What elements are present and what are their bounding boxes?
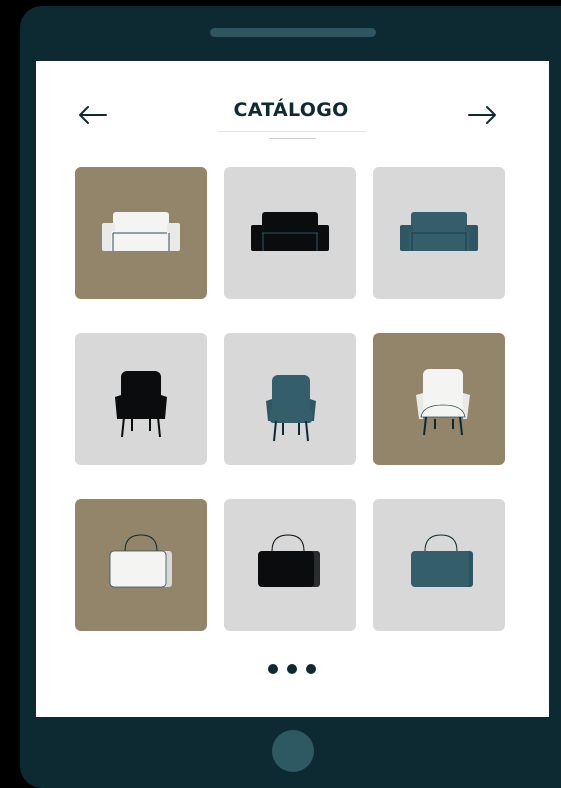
page-title: CATÁLOGO — [233, 99, 349, 121]
pagination-dots — [268, 664, 322, 676]
armchair-icon — [115, 371, 167, 438]
tablet-speaker — [210, 28, 376, 37]
title-underline-accent — [270, 138, 316, 139]
sofa-icon — [400, 212, 478, 251]
page-dot[interactable] — [287, 664, 297, 674]
armchair-icon — [416, 369, 470, 436]
bag-icon — [411, 534, 473, 587]
title-underline — [218, 131, 366, 132]
page-dot[interactable] — [306, 664, 316, 674]
catalog-item-armchair-black[interactable] — [75, 333, 207, 465]
catalog-item-armchair-white[interactable] — [373, 333, 505, 465]
catalog-item-sofa-teal[interactable] — [373, 167, 505, 299]
bag-icon — [258, 534, 320, 587]
page-dot[interactable] — [268, 664, 278, 674]
catalog-item-bag-white[interactable] — [75, 499, 207, 631]
catalog-item-armchair-teal[interactable] — [224, 333, 356, 465]
home-button[interactable] — [272, 730, 314, 772]
forward-arrow-icon[interactable] — [467, 100, 499, 132]
catalog-item-bag-teal[interactable] — [373, 499, 505, 631]
sofa-icon — [251, 212, 329, 251]
back-arrow-icon[interactable] — [76, 100, 108, 132]
catalog-item-bag-black[interactable] — [224, 499, 356, 631]
catalog-item-sofa-white[interactable] — [75, 167, 207, 299]
catalog-item-sofa-black[interactable] — [224, 167, 356, 299]
bag-icon — [109, 534, 172, 588]
sofa-icon — [102, 212, 180, 251]
armchair-icon — [266, 375, 316, 442]
